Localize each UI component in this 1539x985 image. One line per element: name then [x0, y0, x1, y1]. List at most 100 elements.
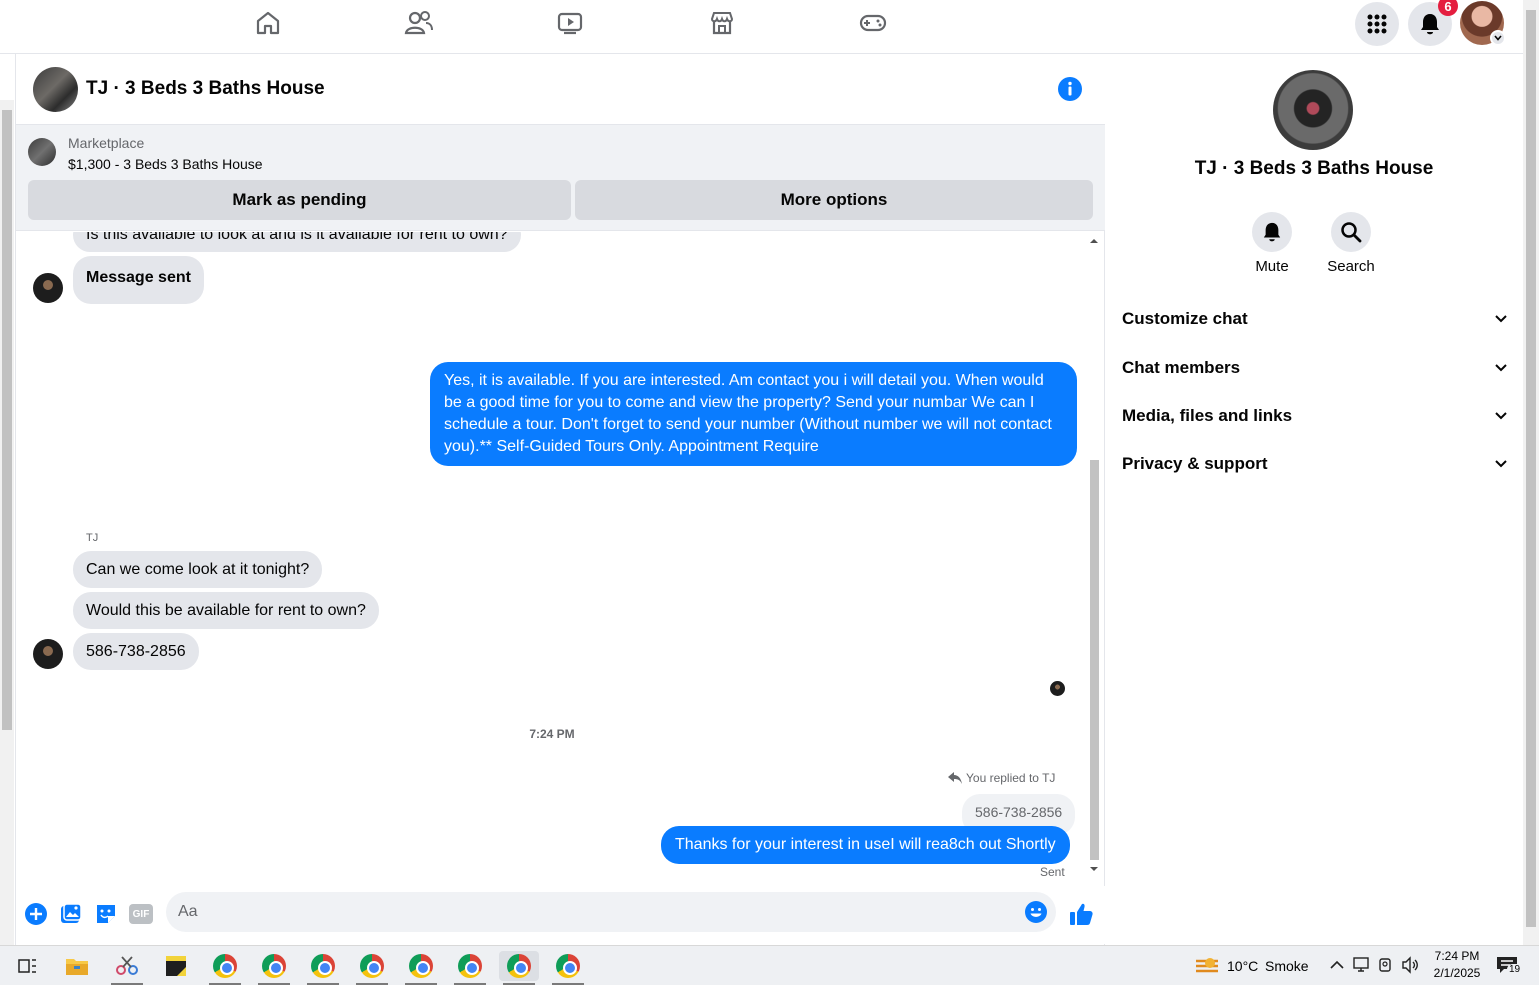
bell-icon: [1421, 14, 1439, 35]
chrome-profile-8[interactable]: [548, 951, 588, 985]
scroll-down-arrow[interactable]: [1088, 864, 1100, 874]
clock-date[interactable]: 2/1/2025: [1428, 966, 1486, 980]
clock-time[interactable]: 7:24 PM: [1430, 949, 1484, 963]
search-button[interactable]: Search: [1311, 212, 1391, 275]
chat-header: TJ · 3 Beds 3 Baths House: [16, 54, 1105, 125]
chrome-profile-3[interactable]: [303, 951, 343, 985]
chevron-down-icon: [1495, 315, 1507, 323]
marketplace-listing-bar: Marketplace $1,300 - 3 Beds 3 Baths Hous…: [16, 125, 1105, 231]
snipping-tool-button[interactable]: [107, 951, 147, 985]
sender-name: TJ: [86, 532, 99, 544]
chrome-icon: [262, 954, 286, 978]
reply-label: You replied to TJ: [966, 771, 1056, 785]
chrome-profile-5[interactable]: [401, 951, 441, 985]
chrome-icon: [360, 954, 384, 978]
chevron-down-icon: [1495, 412, 1507, 420]
section-label: Media, files and links: [1122, 406, 1293, 425]
chevron-down-icon: [1495, 364, 1507, 372]
mute-label: Mute: [1255, 258, 1289, 275]
meet-now-icon[interactable]: [1378, 956, 1394, 974]
info-icon[interactable]: [1058, 77, 1082, 101]
section-label: Privacy & support: [1122, 454, 1268, 473]
watch-icon[interactable]: [550, 6, 590, 40]
chrome-profile-1[interactable]: [205, 951, 245, 985]
message-bubble-incoming[interactable]: Would this be available for rent to own?: [73, 592, 379, 629]
reply-indicator: You replied to TJ: [948, 771, 1055, 785]
section-privacy-support[interactable]: Privacy & support: [1122, 450, 1508, 478]
folder-icon: [66, 959, 88, 975]
more-actions-button[interactable]: [24, 902, 48, 926]
chevron-up-icon[interactable]: [1329, 959, 1345, 971]
message-timestamp: 7:24 PM: [529, 727, 575, 741]
message-input[interactable]: [178, 892, 1008, 932]
info-avatar[interactable]: [1273, 70, 1353, 150]
sticky-notes-button[interactable]: [156, 951, 196, 981]
scroll-up-arrow[interactable]: [1088, 236, 1100, 246]
search-label: Search: [1327, 258, 1375, 275]
sender-avatar[interactable]: [33, 273, 63, 303]
gif-button[interactable]: GIF: [128, 902, 154, 926]
reply-icon: [948, 772, 962, 784]
mute-button[interactable]: Mute: [1232, 212, 1312, 275]
chrome-profile-2[interactable]: [254, 951, 294, 985]
photo-icon: [61, 903, 82, 923]
section-customize-chat[interactable]: Customize chat: [1122, 305, 1508, 333]
account-chevron[interactable]: [1490, 30, 1506, 46]
menu-grid-button[interactable]: [1355, 2, 1399, 46]
message-list: Is this available to look at and is it a…: [16, 232, 1088, 882]
listing-thumbnail[interactable]: [28, 138, 56, 166]
more-options-button[interactable]: More options: [575, 180, 1093, 220]
chrome-profile-7[interactable]: [499, 951, 539, 985]
message-composer: GIF: [16, 886, 1105, 944]
search-icon: [1341, 222, 1362, 243]
network-icon[interactable]: [1353, 957, 1371, 973]
file-explorer-button[interactable]: [57, 951, 97, 981]
friends-icon[interactable]: [399, 6, 439, 40]
left-scrollbar[interactable]: [0, 100, 14, 945]
listing-title[interactable]: $1,300 - 3 Beds 3 Baths House: [68, 156, 263, 172]
chat-title[interactable]: TJ · 3 Beds 3 Baths House: [86, 78, 325, 100]
section-chat-members[interactable]: Chat members: [1122, 354, 1508, 382]
info-title: TJ · 3 Beds 3 Baths House: [1194, 158, 1434, 179]
sticker-button[interactable]: [94, 902, 118, 926]
thumbs-up-icon: [1070, 903, 1093, 925]
chevron-down-icon: [1495, 460, 1507, 468]
message-bubble-incoming[interactable]: 586-738-2856: [73, 633, 199, 670]
notifications-button[interactable]: 6: [1408, 0, 1458, 46]
message-bubble-outgoing[interactable]: Thanks for your interest in useI will re…: [661, 826, 1070, 864]
attach-photo-button[interactable]: [59, 902, 83, 926]
read-receipt-avatar: [1050, 681, 1065, 696]
chrome-profile-6[interactable]: [450, 951, 490, 985]
home-icon[interactable]: [248, 6, 288, 40]
task-view-button[interactable]: [8, 951, 48, 981]
gaming-icon[interactable]: [853, 6, 893, 40]
sender-avatar[interactable]: [33, 639, 63, 669]
bell-icon: [1263, 222, 1281, 242]
message-scrollbar-thumb[interactable]: [1090, 460, 1099, 860]
section-media-files-links[interactable]: Media, files and links: [1122, 402, 1508, 430]
mark-as-pending-button[interactable]: Mark as pending: [28, 180, 571, 220]
notification-badge: 6: [1438, 0, 1458, 16]
emoji-icon[interactable]: [1024, 900, 1048, 924]
message-bubble-incoming[interactable]: Is this available to look at and is it a…: [73, 232, 521, 252]
message-bubble-incoming[interactable]: Message sent: [73, 256, 204, 304]
page-scrollbar[interactable]: [1523, 0, 1539, 945]
sticky-notes-icon: [166, 956, 186, 976]
like-button[interactable]: [1068, 902, 1094, 926]
notification-count: 19: [1507, 964, 1523, 975]
gif-icon: GIF: [129, 904, 153, 924]
volume-icon[interactable]: [1401, 956, 1419, 974]
weather-temperature[interactable]: 10°C: [1227, 958, 1258, 974]
chat-avatar[interactable]: [33, 67, 78, 112]
chat-pane: TJ · 3 Beds 3 Baths House Marketplace $1…: [15, 54, 1105, 945]
weather-description[interactable]: Smoke: [1265, 958, 1309, 974]
weather-smoke-icon[interactable]: [1194, 955, 1220, 977]
message-bubble-incoming[interactable]: Can we come look at it tonight?: [73, 551, 323, 588]
taskbar: 10°C Smoke 7:24 PM 2/1/2025 19: [0, 945, 1539, 985]
chrome-profile-4[interactable]: [352, 951, 392, 985]
grid-icon: [1367, 14, 1387, 34]
message-bubble-outgoing[interactable]: Yes, it is available. If you are interes…: [430, 362, 1077, 466]
scissors-icon: [116, 956, 138, 975]
action-center-button[interactable]: 19: [1496, 955, 1524, 979]
marketplace-icon[interactable]: [702, 6, 742, 40]
